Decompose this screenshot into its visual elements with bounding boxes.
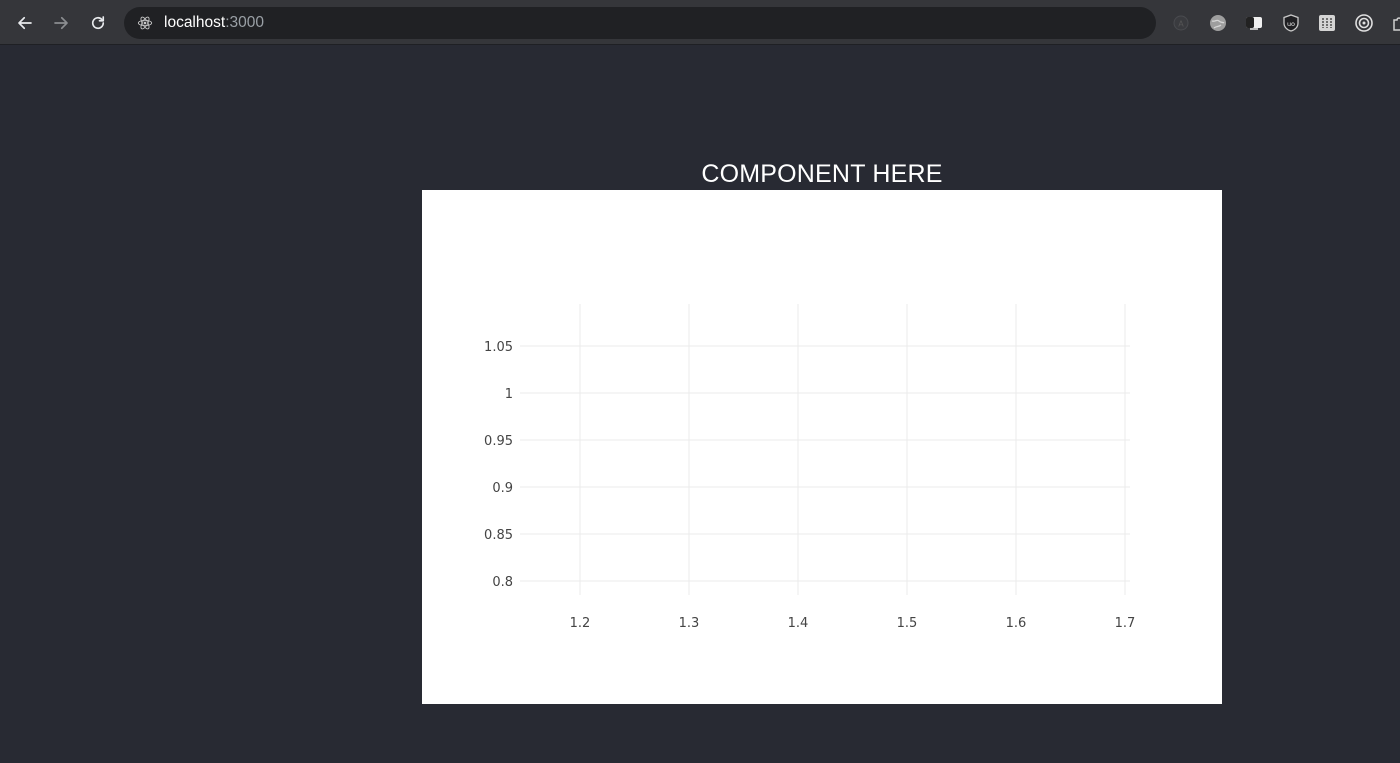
reload-button[interactable]: [85, 10, 111, 36]
arrow-right-icon: [54, 16, 68, 30]
url-text[interactable]: localhost:3000: [164, 14, 264, 32]
page-heading: COMPONENT HERE: [701, 160, 943, 188]
y-tick-label: 0.8: [492, 575, 513, 590]
y-tick-label: 0.9: [492, 481, 513, 496]
x-tick-label: 1.7: [1115, 616, 1136, 631]
y-tick-label: 0.95: [484, 434, 513, 449]
target-extension-icon[interactable]: [1353, 12, 1375, 34]
puzzle-extension-icon[interactable]: [1389, 12, 1400, 34]
x-tick-label: 1.5: [897, 616, 918, 631]
y-tick-label: 0.85: [484, 528, 513, 543]
url-port: :3000: [225, 14, 264, 31]
dark-reader-extension-icon[interactable]: [1243, 12, 1265, 34]
grid-extension-icon[interactable]: [1316, 12, 1338, 34]
plot-canvas[interactable]: 1.2 1.3 1.4 1.5 1.6 1.7 0.8 0.85 0.9 0.95 1 1.05: [422, 190, 1222, 704]
address-bar[interactable]: localhost:3000: [124, 7, 1156, 39]
contrast-extension-icon[interactable]: A: [1170, 12, 1192, 34]
url-host: localhost: [164, 14, 226, 31]
y-tick-label: 1.05: [484, 340, 513, 355]
reload-icon: [91, 16, 105, 30]
back-button[interactable]: [12, 10, 38, 36]
svg-text:A: A: [1178, 20, 1184, 29]
x-tick-label: 1.2: [570, 616, 591, 631]
globe-extension-icon[interactable]: [1207, 12, 1229, 34]
forward-button[interactable]: [48, 10, 74, 36]
browser-toolbar: localhost:3000 A uo: [0, 0, 1400, 45]
ublock-origin-extension-icon[interactable]: uo: [1280, 12, 1302, 34]
arrow-left-icon: [18, 16, 32, 30]
svg-text:uo: uo: [1286, 20, 1294, 28]
x-tick-label: 1.3: [679, 616, 700, 631]
extensions-bar: A uo: [1170, 11, 1400, 35]
react-logo-icon[interactable]: [136, 14, 154, 32]
plot-container[interactable]: 1.2 1.3 1.4 1.5 1.6 1.7 0.8 0.85 0.9 0.95 1 1.05: [422, 190, 1222, 704]
y-tick-label: 1: [505, 387, 513, 402]
x-tick-label: 1.4: [788, 616, 809, 631]
x-tick-label: 1.6: [1006, 616, 1027, 631]
